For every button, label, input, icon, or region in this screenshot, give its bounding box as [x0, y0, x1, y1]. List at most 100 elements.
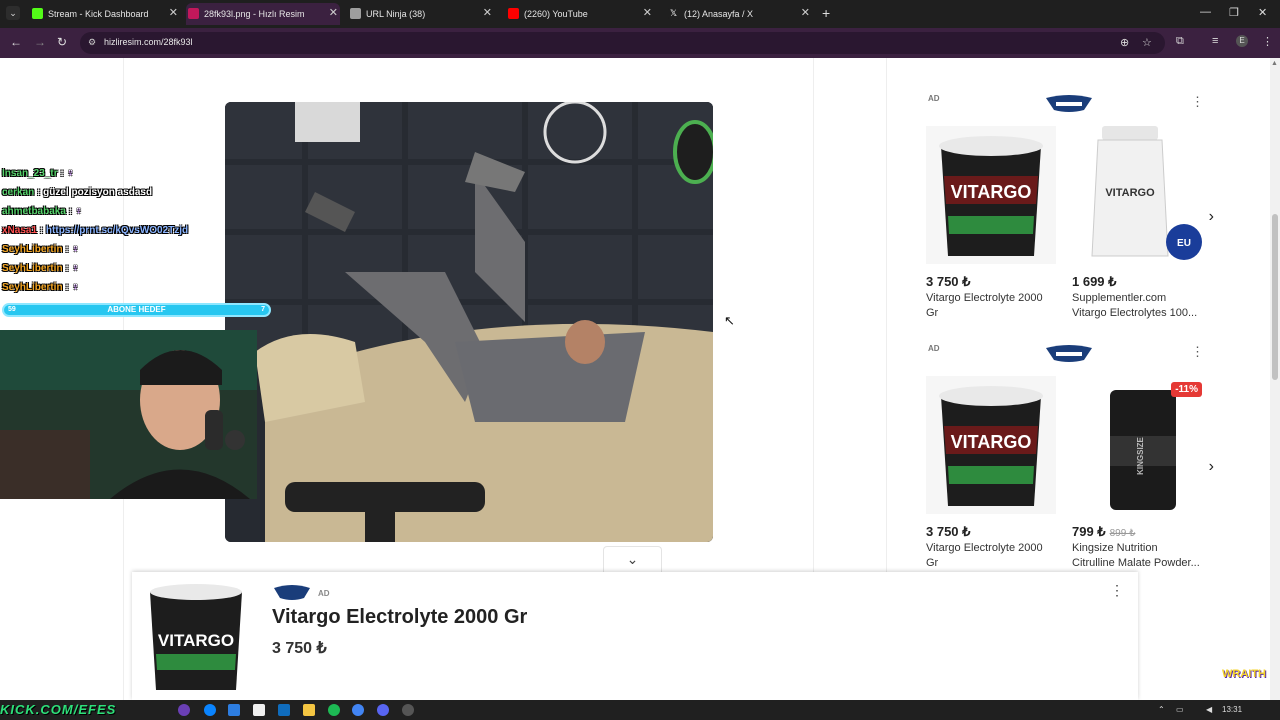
app-icon[interactable] — [228, 704, 240, 716]
close-icon[interactable]: ✕ — [801, 6, 810, 19]
product-price: 3 750 ₺ — [926, 274, 971, 289]
tab-title: 28fk93l.png - Hızlı Resim — [204, 9, 305, 19]
svg-text:VITARGO: VITARGO — [1105, 187, 1155, 199]
media-icon[interactable]: ≡ — [1212, 35, 1218, 47]
ad-options-icon[interactable]: ⋮ — [1191, 344, 1204, 360]
tab-url-ninja[interactable]: URL Ninja (38) ✕ — [348, 3, 494, 25]
chat-message: SeyhLibertin : ♀ — [2, 244, 79, 255]
svg-text:EU: EU — [1177, 238, 1191, 249]
close-icon[interactable]: ✕ — [643, 6, 652, 19]
product-image: KINGSIZE -11% — [1072, 376, 1202, 514]
hizliresim-icon — [188, 8, 199, 19]
ad-label: AD — [318, 589, 330, 598]
product-card[interactable]: KINGSIZE -11% 799 ₺ 899 ₺ Kingsize Nutrit… — [1072, 376, 1212, 570]
tab-search-button[interactable]: ⌄ — [6, 6, 20, 20]
tab-youtube[interactable]: (2260) YouTube ✕ — [506, 3, 654, 25]
edge-icon[interactable] — [204, 704, 216, 716]
supplementler-logo — [1046, 95, 1092, 112]
product-card[interactable]: VITARGO 3 750 ₺ Vitargo Electrolyte 2000… — [926, 376, 1066, 570]
streamer-webcam — [0, 330, 257, 499]
volume-icon[interactable]: ◀ — [1206, 705, 1212, 714]
product-name-cont: Gr — [926, 307, 939, 319]
spotify-icon[interactable] — [328, 704, 340, 716]
banner-collapse-button[interactable]: ⌄ — [603, 546, 662, 572]
mouse-cursor-icon: ↖ — [724, 313, 735, 328]
tab-kick-dashboard[interactable]: Stream - Kick Dashboard ✕ — [30, 3, 180, 25]
site-info-icon[interactable]: ⚙ — [88, 37, 96, 48]
banner-options-icon[interactable]: ⋮ — [1110, 582, 1124, 599]
banner-price: 3 750 ₺ — [272, 640, 327, 657]
wraith-logo: WRAITH — [1222, 668, 1266, 680]
product-name: Supplementler.com — [1072, 292, 1167, 304]
banner-product-image: VITARGO — [142, 582, 250, 692]
store-icon[interactable] — [253, 704, 265, 716]
subscriber-goal-bar: 59 ABONE HEDEF 7 — [2, 303, 271, 317]
close-icon[interactable]: ✕ — [169, 6, 178, 19]
tab-hizli-resim[interactable]: 28fk93l.png - Hızlı Resim ✕ — [186, 3, 340, 25]
supplementler-logo — [1046, 345, 1092, 362]
url-ninja-icon — [350, 8, 361, 19]
tab-x[interactable]: 𝕏 (12) Anasayfa / X ✕ — [666, 3, 812, 25]
product-price: 3 750 ₺ — [926, 524, 971, 539]
product-price: 1 699 ₺ — [1072, 274, 1117, 289]
forward-icon[interactable]: → — [34, 35, 46, 49]
bookmark-star-icon[interactable]: ☆ — [1142, 36, 1152, 49]
minimize-button[interactable]: — — [1200, 6, 1211, 18]
carousel-next-icon[interactable]: › — [1209, 208, 1214, 226]
carousel-next-icon[interactable]: › — [1209, 458, 1214, 476]
obs-icon[interactable] — [402, 704, 414, 716]
profile-avatar[interactable]: E — [1236, 35, 1248, 47]
new-tab-button[interactable]: + — [822, 5, 830, 21]
tab-title: (2260) YouTube — [524, 9, 588, 19]
x-icon: 𝕏 — [668, 8, 679, 19]
banner-title[interactable]: Vitargo Electrolyte 2000 Gr — [272, 606, 527, 629]
product-image: VITARGO — [926, 126, 1056, 264]
ad-label: AD — [928, 94, 940, 103]
ad-options-icon[interactable]: ⋮ — [1191, 94, 1204, 110]
product-image: VITARGO — [926, 376, 1056, 514]
chat-message: SeyhLibertin : ♀ — [2, 282, 79, 293]
scroll-up-icon[interactable]: ▲ — [1271, 60, 1278, 67]
mail-icon[interactable] — [278, 704, 290, 716]
close-window-button[interactable]: ✕ — [1258, 6, 1267, 19]
close-icon[interactable]: ✕ — [483, 6, 492, 19]
product-image: VITARGO EU — [1072, 126, 1202, 264]
file-explorer-icon[interactable] — [303, 704, 315, 716]
scrollbar-thumb[interactable] — [1272, 214, 1278, 380]
page-scrollbar[interactable]: ▲ — [1270, 58, 1280, 700]
extensions-icon[interactable]: ⧉ — [1176, 35, 1184, 48]
clock[interactable]: 13:31 — [1222, 705, 1242, 714]
product-name: Vitargo Electrolyte 2000 — [926, 292, 1043, 304]
address-bar[interactable]: ⚙ hizliresim.com/28fk93l ⊕ ☆ — [80, 32, 1165, 54]
widget-icon[interactable] — [178, 704, 190, 716]
close-icon[interactable]: ✕ — [329, 6, 338, 19]
browser-tabstrip: ⌄ Stream - Kick Dashboard ✕ 28fk93l.png … — [0, 0, 1280, 28]
chat-message: xNasa1 : https://prnt.sc/kQvsWO02Tzjd — [2, 225, 189, 236]
discount-badge: -11% — [1171, 382, 1202, 397]
zoom-icon[interactable]: ⊕ — [1120, 36, 1129, 49]
chat-message: ahmetbabaka : ♀ — [2, 206, 83, 217]
image-scene — [225, 102, 713, 542]
bottom-ad-banner[interactable]: VITARGO AD Vitargo Electrolyte 2000 Gr 3… — [132, 572, 1138, 700]
kick-icon — [32, 8, 43, 19]
old-price: 899 ₺ — [1109, 528, 1136, 539]
windows-taskbar: ⌃ ▭ ◀ 13:31 — [0, 700, 1280, 720]
back-icon[interactable]: ← — [10, 35, 22, 49]
product-card[interactable]: VITARGO 3 750 ₺ Vitargo Electrolyte 2000… — [926, 126, 1066, 320]
product-name-cont: Citrulline Malate Powder... — [1072, 557, 1200, 569]
stream-chat-overlay: Insan_23_tr : ♀ cerkan : güzel pozisyon … — [2, 168, 242, 301]
uploaded-image[interactable] — [225, 102, 713, 542]
network-icon[interactable]: ▭ — [1176, 705, 1184, 714]
reload-icon[interactable]: ↻ — [57, 35, 67, 49]
ad-carousel-2: AD ⋮ VITARGO 3 750 ₺ Vitargo Electrolyte… — [920, 342, 1218, 582]
chat-message: Insan_23_tr : ♀ — [2, 168, 74, 179]
product-name-cont: Vitargo Electrolytes 100... — [1072, 307, 1198, 319]
product-card[interactable]: VITARGO EU 1 699 ₺ Supplementler.com Vit… — [1072, 126, 1212, 320]
restore-button[interactable]: ❐ — [1229, 6, 1239, 19]
tray-chevron-icon[interactable]: ⌃ — [1158, 705, 1165, 714]
discord-icon[interactable] — [377, 704, 389, 716]
chrome-icon[interactable] — [352, 704, 364, 716]
svg-text:VITARGO: VITARGO — [951, 432, 1032, 452]
product-name: Vitargo Electrolyte 2000 — [926, 542, 1043, 554]
menu-icon[interactable]: ⋮ — [1262, 35, 1273, 48]
